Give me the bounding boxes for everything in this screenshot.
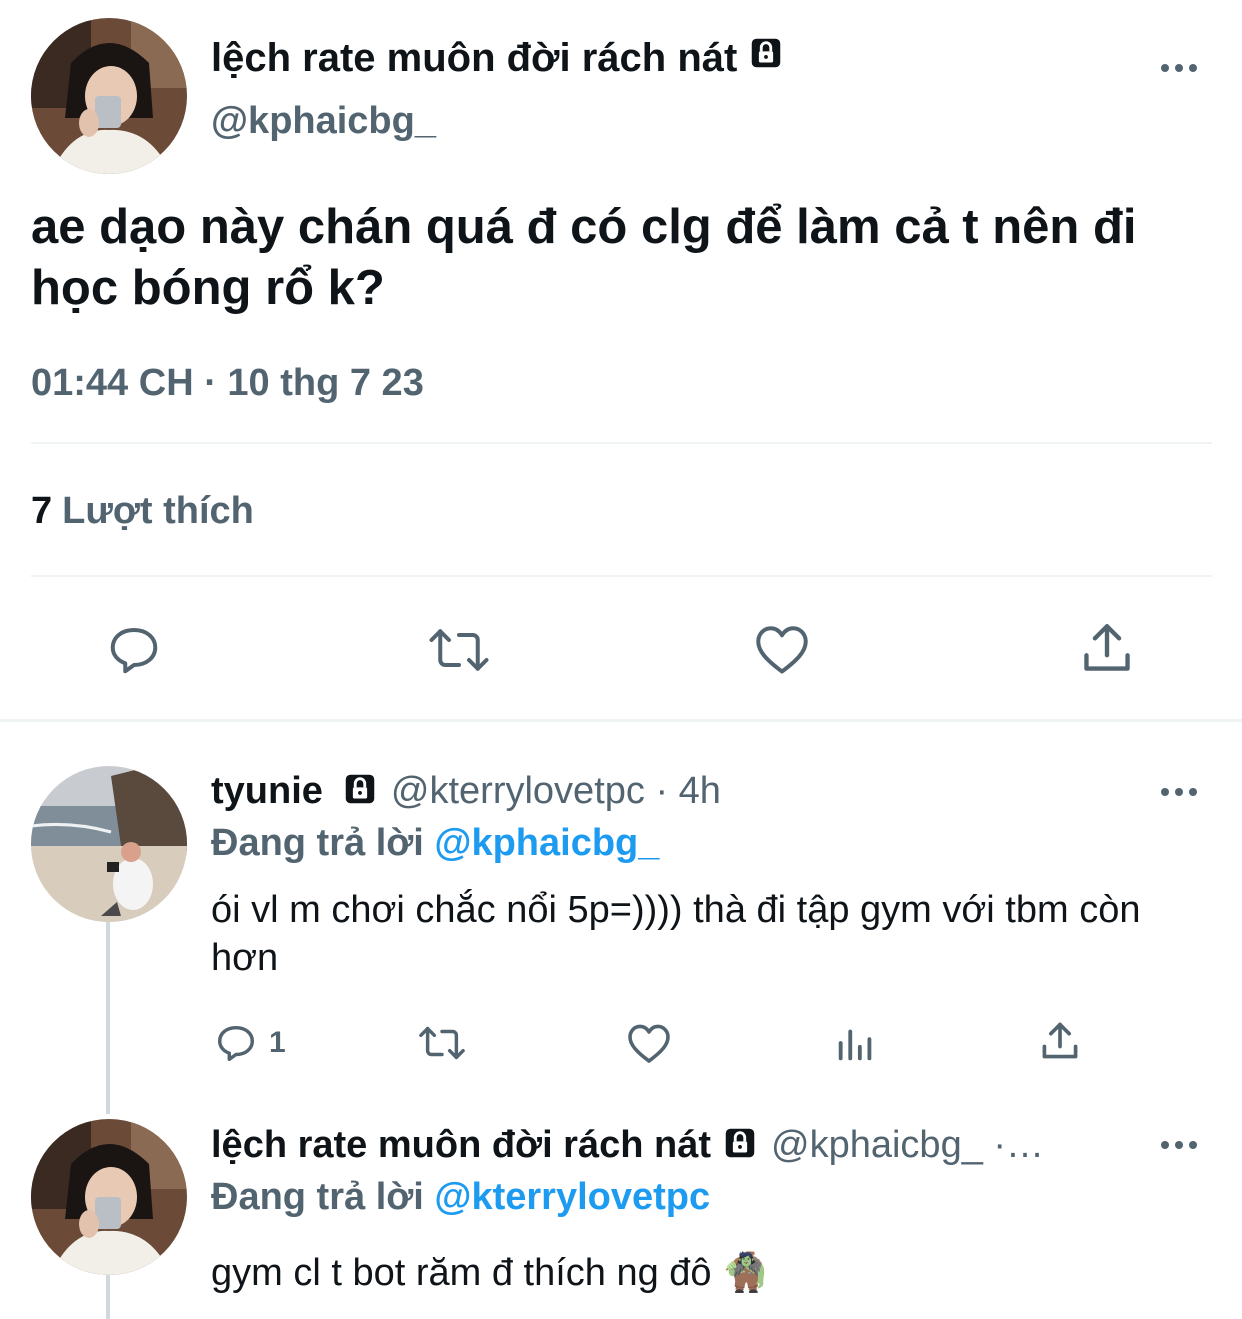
mention-link[interactable]: @kphaicbg_ [434, 822, 659, 864]
divider [0, 719, 1242, 722]
retweet-icon [426, 620, 492, 680]
more-icon[interactable] [1161, 1141, 1197, 1149]
likes-label: Lượt thích [62, 490, 254, 532]
handle-time[interactable]: @kterrylovetpc · 4h [391, 770, 721, 813]
lock-icon [341, 770, 379, 813]
share-button[interactable] [1078, 618, 1136, 678]
reply-icon [213, 1020, 259, 1066]
likes-link[interactable]: 7 Lượt thích [31, 490, 254, 533]
more-icon[interactable] [1161, 64, 1197, 72]
display-name[interactable]: tyunie [211, 770, 323, 813]
handle[interactable]: @kphaicbg_ [211, 100, 436, 143]
lock-icon [721, 1124, 759, 1167]
thread-line [106, 1275, 110, 1319]
lock-icon [747, 34, 785, 82]
handle-time[interactable]: @kphaicbg_ ·… [771, 1124, 1044, 1167]
share-icon [1038, 1018, 1082, 1064]
thread-line [106, 922, 110, 1114]
reply-text: ói vl m chơi chắc nổi 5p=)))) thà đi tập… [211, 889, 1141, 979]
display-name-text: lệch rate muôn đời rách nát [211, 35, 738, 80]
reply-button[interactable]: 1 [213, 1020, 286, 1066]
tweet-text: ae dạo này chán quá đ có clg để làm cả t… [31, 200, 1137, 315]
reply-header: lệch rate muôn đời rách nát @kphaicbg_ ·… [211, 1124, 1131, 1167]
avatar[interactable] [31, 766, 187, 922]
reply-header: tyunie @kterrylovetpc · 4h [211, 770, 721, 813]
like-button[interactable] [625, 1020, 673, 1066]
replying-prefix: Đang trả lời [211, 1176, 424, 1218]
like-icon [625, 1020, 673, 1066]
share-icon [1078, 618, 1136, 678]
avatar[interactable] [31, 1119, 187, 1275]
display-name[interactable]: lệch rate muôn đời rách nát [211, 34, 785, 82]
retweet-button[interactable] [416, 1020, 468, 1066]
like-button[interactable] [752, 620, 812, 678]
divider [31, 442, 1212, 444]
replying-to: Đang trả lời @kphaicbg_ [211, 822, 659, 865]
reply-button[interactable] [104, 620, 164, 680]
share-button[interactable] [1038, 1018, 1082, 1064]
views-button[interactable] [834, 1020, 878, 1066]
replying-prefix: Đang trả lời [211, 822, 424, 864]
reply-count: 1 [269, 1026, 286, 1059]
likes-count: 7 [31, 490, 53, 532]
retweet-icon [416, 1020, 468, 1066]
timestamp[interactable]: 01:44 CH · 10 thg 7 23 [31, 362, 424, 405]
mention-link[interactable]: @kterrylovetpc [434, 1176, 710, 1218]
views-icon [834, 1020, 878, 1066]
replying-to: Đang trả lời @kterrylovetpc [211, 1176, 710, 1219]
like-icon [752, 620, 812, 678]
display-name[interactable]: lệch rate muôn đời rách nát [211, 1124, 711, 1167]
divider [31, 575, 1212, 577]
retweet-button[interactable] [426, 620, 492, 680]
more-icon[interactable] [1161, 788, 1197, 796]
reply-icon [104, 620, 164, 680]
avatar[interactable] [31, 18, 187, 174]
reply-text: gym cl t bot răm đ thích ng đô 🧌 [211, 1252, 770, 1294]
